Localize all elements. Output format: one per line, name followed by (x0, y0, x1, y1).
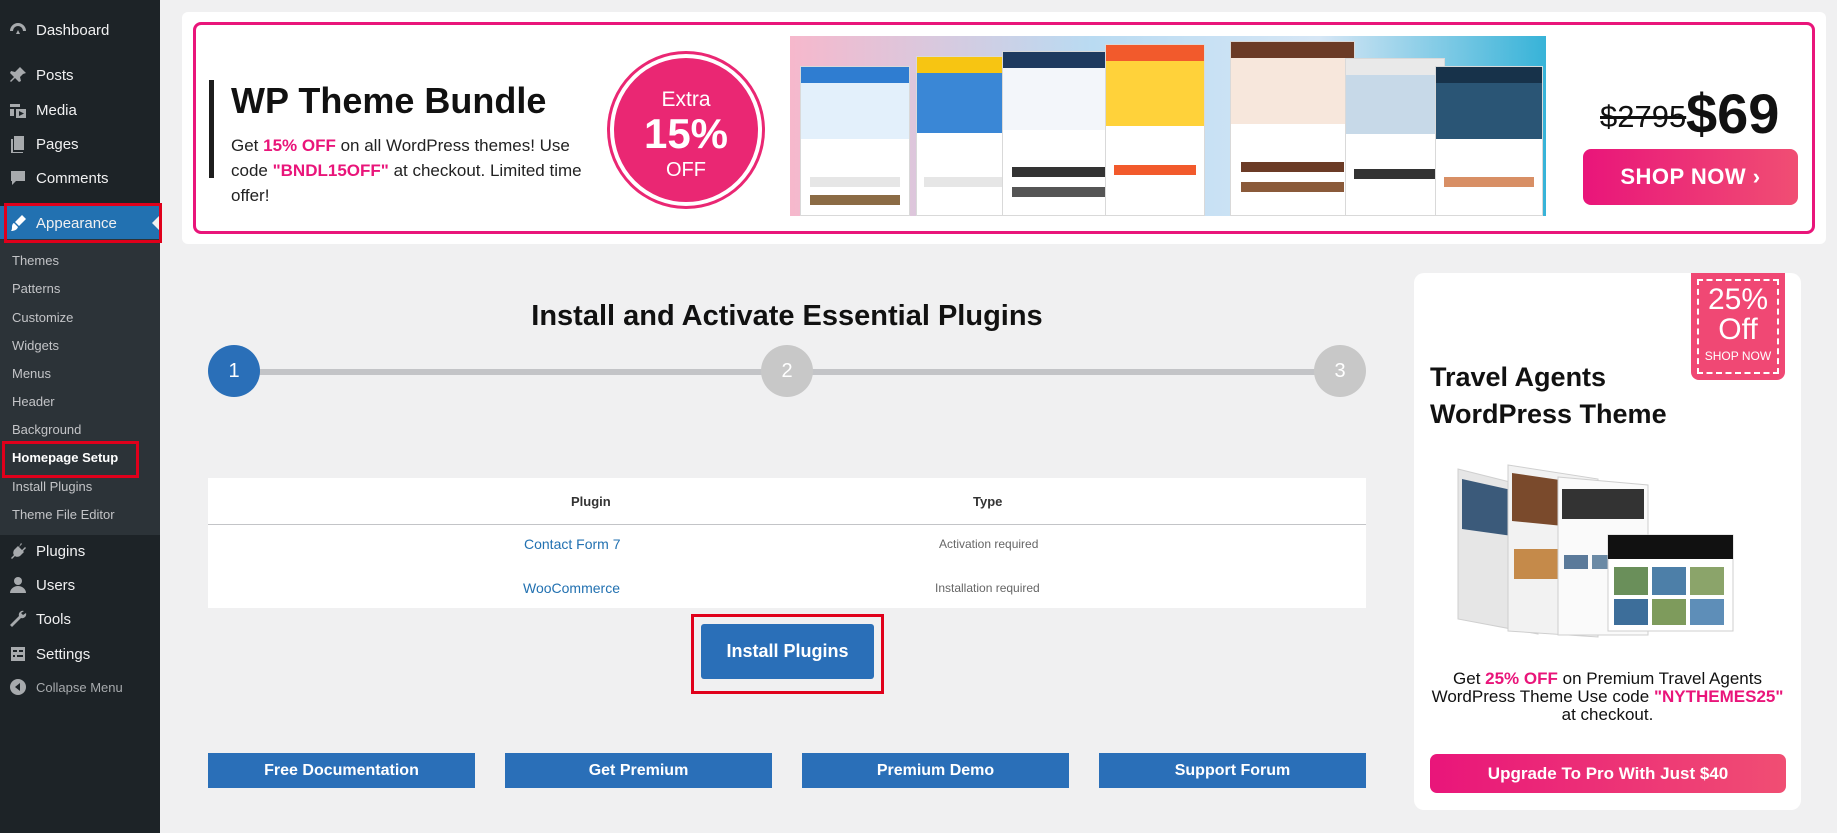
comment-icon (0, 161, 36, 195)
collapse-label: Collapse Menu (36, 679, 123, 695)
pin-icon (0, 58, 36, 92)
header-divider (208, 524, 1366, 525)
theme-screenshot (1230, 41, 1355, 216)
theme-bundle-banner[interactable]: WP Theme Bundle Get 15% OFF on all WordP… (193, 22, 1815, 234)
menu-label: Plugins (36, 542, 86, 560)
plugins-table: Plugin Type Contact Form 7 Activation re… (208, 478, 1366, 608)
menu-item-appearance[interactable]: Appearance (0, 206, 160, 240)
promo-title: Travel Agents WordPress Theme (1430, 362, 1667, 429)
menu-label: Dashboard (36, 21, 110, 39)
shop-now-button[interactable]: SHOP NOW › (1583, 149, 1798, 205)
user-icon (0, 568, 36, 602)
theme-screenshots-collage (790, 36, 1546, 216)
brush-icon (0, 206, 36, 240)
submenu-item-menus[interactable]: Menus (12, 366, 51, 381)
menu-item-dashboard[interactable]: Dashboard (0, 13, 160, 47)
promo-description: Get 25% OFF on Premium Travel Agents Wor… (1431, 669, 1784, 724)
banner-accent-bar (209, 80, 214, 178)
collapse-icon (0, 670, 36, 704)
menu-label: Settings (36, 645, 91, 663)
dashboard-icon (0, 13, 36, 47)
menu-item-posts[interactable]: Posts (0, 58, 160, 92)
submenu-item-themes[interactable]: Themes (12, 253, 59, 268)
page-title: Install and Activate Essential Plugins (531, 300, 1043, 332)
theme-screenshot (1105, 44, 1205, 216)
promo-discount-badge[interactable]: 25% Off SHOP NOW (1691, 273, 1785, 380)
menu-label: Appearance (36, 214, 117, 232)
menu-item-pages[interactable]: Pages (0, 127, 160, 161)
step-3: 3 (1314, 345, 1366, 397)
settings-icon (0, 637, 36, 671)
theme-screenshot (1002, 51, 1117, 216)
plugin-type: Activation required (939, 537, 1039, 551)
menu-item-media[interactable]: Media (0, 93, 160, 127)
menu-item-users[interactable]: Users (0, 568, 160, 602)
wrench-icon (0, 602, 36, 636)
theme-screenshot (1435, 66, 1543, 216)
menu-label: Users (36, 576, 76, 594)
free-documentation-button[interactable]: Free Documentation (208, 753, 475, 788)
badge-shop-now: SHOP NOW (1704, 349, 1772, 363)
step-2: 2 (761, 345, 813, 397)
plugin-type: Installation required (935, 581, 1040, 595)
badge-discount: 25% Off (1707, 283, 1769, 346)
column-header-plugin: Plugin (571, 494, 611, 509)
theme-screenshot (1345, 58, 1445, 216)
theme-screenshot (916, 56, 1011, 216)
pages-icon (0, 127, 36, 161)
admin-sidebar: Dashboard Posts Media Pages Comments App… (0, 0, 160, 833)
theme-preview-image (1448, 459, 1748, 649)
appearance-submenu: Themes Patterns Customize Widgets Menus … (0, 239, 160, 535)
support-forum-button[interactable]: Support Forum (1099, 753, 1366, 788)
column-header-type: Type (973, 494, 1003, 509)
menu-item-comments[interactable]: Comments (0, 161, 160, 195)
theme-screenshot (800, 66, 910, 216)
get-premium-button[interactable]: Get Premium (505, 753, 772, 788)
submenu-item-patterns[interactable]: Patterns (12, 281, 60, 296)
submenu-item-install-plugins[interactable]: Install Plugins (12, 479, 92, 494)
plugin-icon (0, 534, 36, 568)
submenu-item-customize[interactable]: Customize (12, 310, 73, 325)
old-price: $2795 (1600, 99, 1687, 134)
media-icon (0, 93, 36, 127)
plugin-link[interactable]: WooCommerce (523, 580, 620, 596)
menu-label: Pages (36, 135, 79, 153)
menu-item-settings[interactable]: Settings (0, 637, 160, 671)
menu-item-plugins[interactable]: Plugins (0, 534, 160, 568)
step-1: 1 (208, 345, 260, 397)
menu-label: Tools (36, 610, 72, 628)
submenu-item-theme-file-editor[interactable]: Theme File Editor (12, 507, 115, 522)
collapse-menu-button[interactable]: Collapse Menu (0, 670, 160, 704)
premium-demo-button[interactable]: Premium Demo (802, 753, 1069, 788)
install-plugins-button[interactable]: Install Plugins (701, 624, 874, 679)
badge-off: OFF (666, 159, 706, 181)
travel-theme-promo: 25% Off SHOP NOW Travel Agents WordPress… (1414, 273, 1801, 810)
menu-label: Media (36, 101, 77, 119)
menu-item-tools[interactable]: Tools (0, 602, 160, 636)
submenu-item-widgets[interactable]: Widgets (12, 338, 59, 353)
submenu-item-header[interactable]: Header (12, 394, 55, 409)
badge-extra: Extra (661, 88, 711, 111)
menu-label: Comments (36, 169, 109, 187)
submenu-item-background[interactable]: Background (12, 422, 81, 437)
submenu-item-homepage-setup[interactable]: Homepage Setup (12, 450, 118, 465)
badge-percent: 15% (643, 110, 729, 157)
banner-title: WP Theme Bundle (231, 80, 547, 121)
plugin-link[interactable]: Contact Form 7 (524, 536, 620, 552)
discount-badge: Extra 15% OFF (610, 54, 762, 206)
menu-label: Posts (36, 66, 74, 84)
upgrade-to-pro-button[interactable]: Upgrade To Pro With Just $40 (1430, 754, 1786, 793)
banner-description: Get 15% OFF on all WordPress themes! Use… (231, 136, 582, 205)
new-price: $69 (1686, 82, 1780, 145)
